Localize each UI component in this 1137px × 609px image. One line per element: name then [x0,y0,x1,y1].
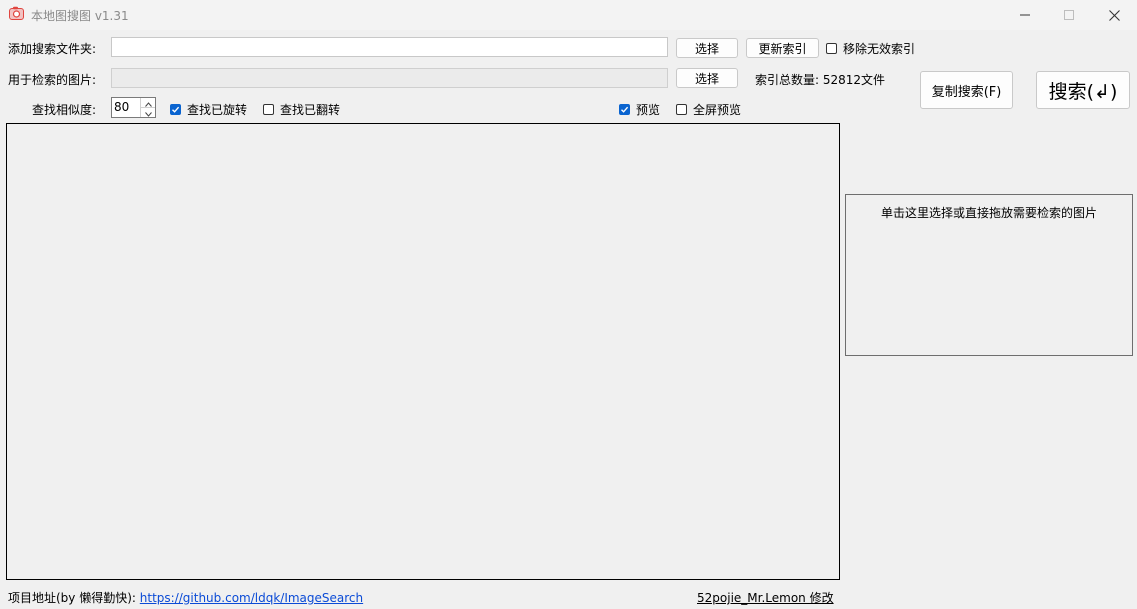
similarity-stepper[interactable]: 80 [111,97,156,118]
remove-invalid-index-checkbox[interactable]: 移除无效索引 [826,40,915,57]
find-flipped-checkbox[interactable]: 查找已翻转 [263,101,340,118]
find-flipped-label: 查找已翻转 [280,103,341,117]
checkbox-box[interactable] [676,104,687,115]
remove-invalid-index-label: 移除无效索引 [843,42,916,56]
window-title: 本地图搜图 v1.31 [31,9,129,23]
check-icon [172,106,180,113]
search-image-input[interactable] [111,68,668,88]
title-bar: 本地图搜图 v1.31 [0,0,1137,30]
copy-search-button[interactable]: 复制搜索(F) [920,71,1013,109]
checkbox-box[interactable] [619,104,630,115]
update-index-button[interactable]: 更新索引 [746,38,819,58]
preview-checkbox[interactable]: 预览 [619,101,660,118]
index-count-text: 索引总数量: 52812文件 [755,73,886,87]
checkbox-box[interactable] [170,104,181,115]
fullscreen-preview-checkbox[interactable]: 全屏预览 [676,101,741,118]
image-drop-zone[interactable]: 单击这里选择或直接拖放需要检索的图片 [845,194,1133,356]
camera-icon [9,6,24,21]
close-button[interactable] [1091,0,1137,30]
add-folder-label: 添加搜索文件夹: [8,42,97,56]
select-folder-button[interactable]: 选择 [676,38,738,58]
fullscreen-preview-label: 全屏预览 [693,103,742,117]
project-label: 项目地址(by 懒得勤快): [8,591,136,605]
add-folder-input[interactable] [111,37,668,57]
find-rotated-checkbox[interactable]: 查找已旋转 [170,101,247,118]
minimize-icon [1020,10,1030,20]
close-icon [1108,9,1120,21]
find-rotated-label: 查找已旋转 [187,103,248,117]
drop-zone-hint: 单击这里选择或直接拖放需要检索的图片 [880,206,1097,220]
search-image-label: 用于检索的图片: [8,73,97,87]
select-image-button[interactable]: 选择 [676,68,738,88]
checkbox-box[interactable] [826,43,837,54]
results-list[interactable] [6,123,840,580]
stepper-arrows [140,98,155,117]
search-button[interactable]: 搜索(↲) [1036,71,1130,109]
similarity-value[interactable]: 80 [114,100,129,114]
checkbox-box[interactable] [263,104,274,115]
minimize-button[interactable] [1002,0,1048,30]
check-icon [621,106,629,113]
author-link[interactable]: 52pojie_Mr.Lemon 修改 [697,589,834,606]
preview-label: 预览 [636,103,661,117]
similarity-label: 查找相似度: [32,103,97,117]
project-link[interactable]: https://github.com/ldqk/ImageSearch [140,591,363,605]
maximize-icon [1064,10,1074,20]
footer-project: 项目地址(by 懒得勤快): https://github.com/ldqk/I… [8,589,363,606]
chevron-down-icon [144,106,152,120]
maximize-button[interactable] [1046,0,1092,30]
stepper-down-button[interactable] [141,108,155,117]
